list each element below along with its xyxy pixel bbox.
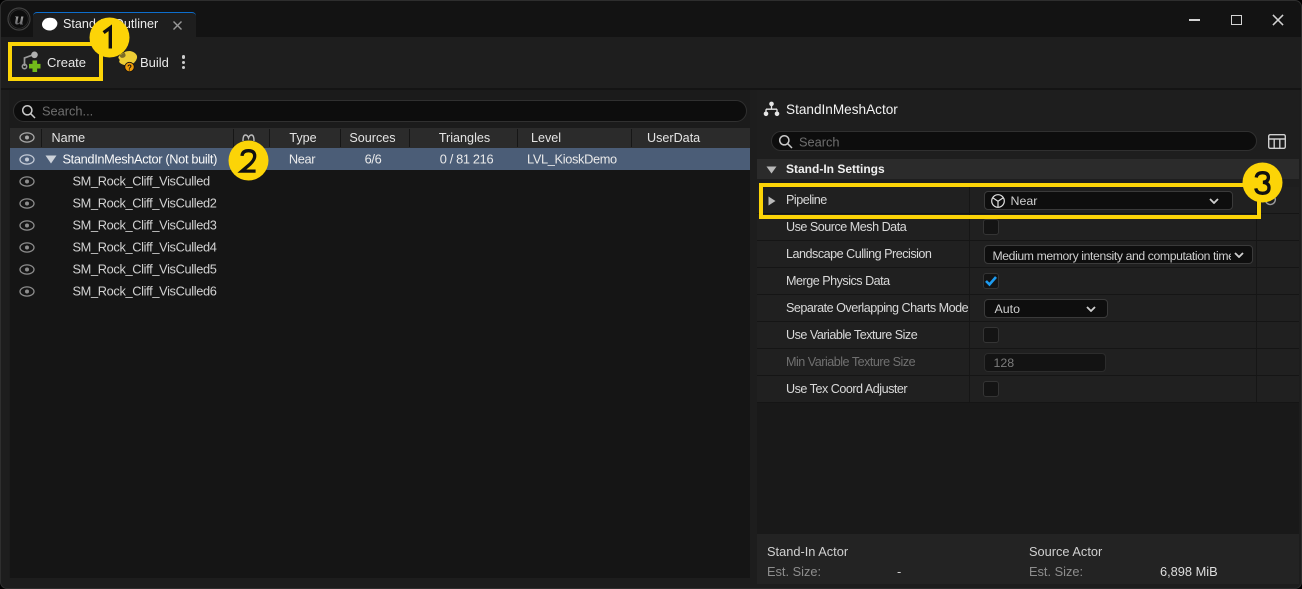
svg-text:u: u [14, 10, 23, 29]
svg-text:?: ? [127, 63, 132, 72]
